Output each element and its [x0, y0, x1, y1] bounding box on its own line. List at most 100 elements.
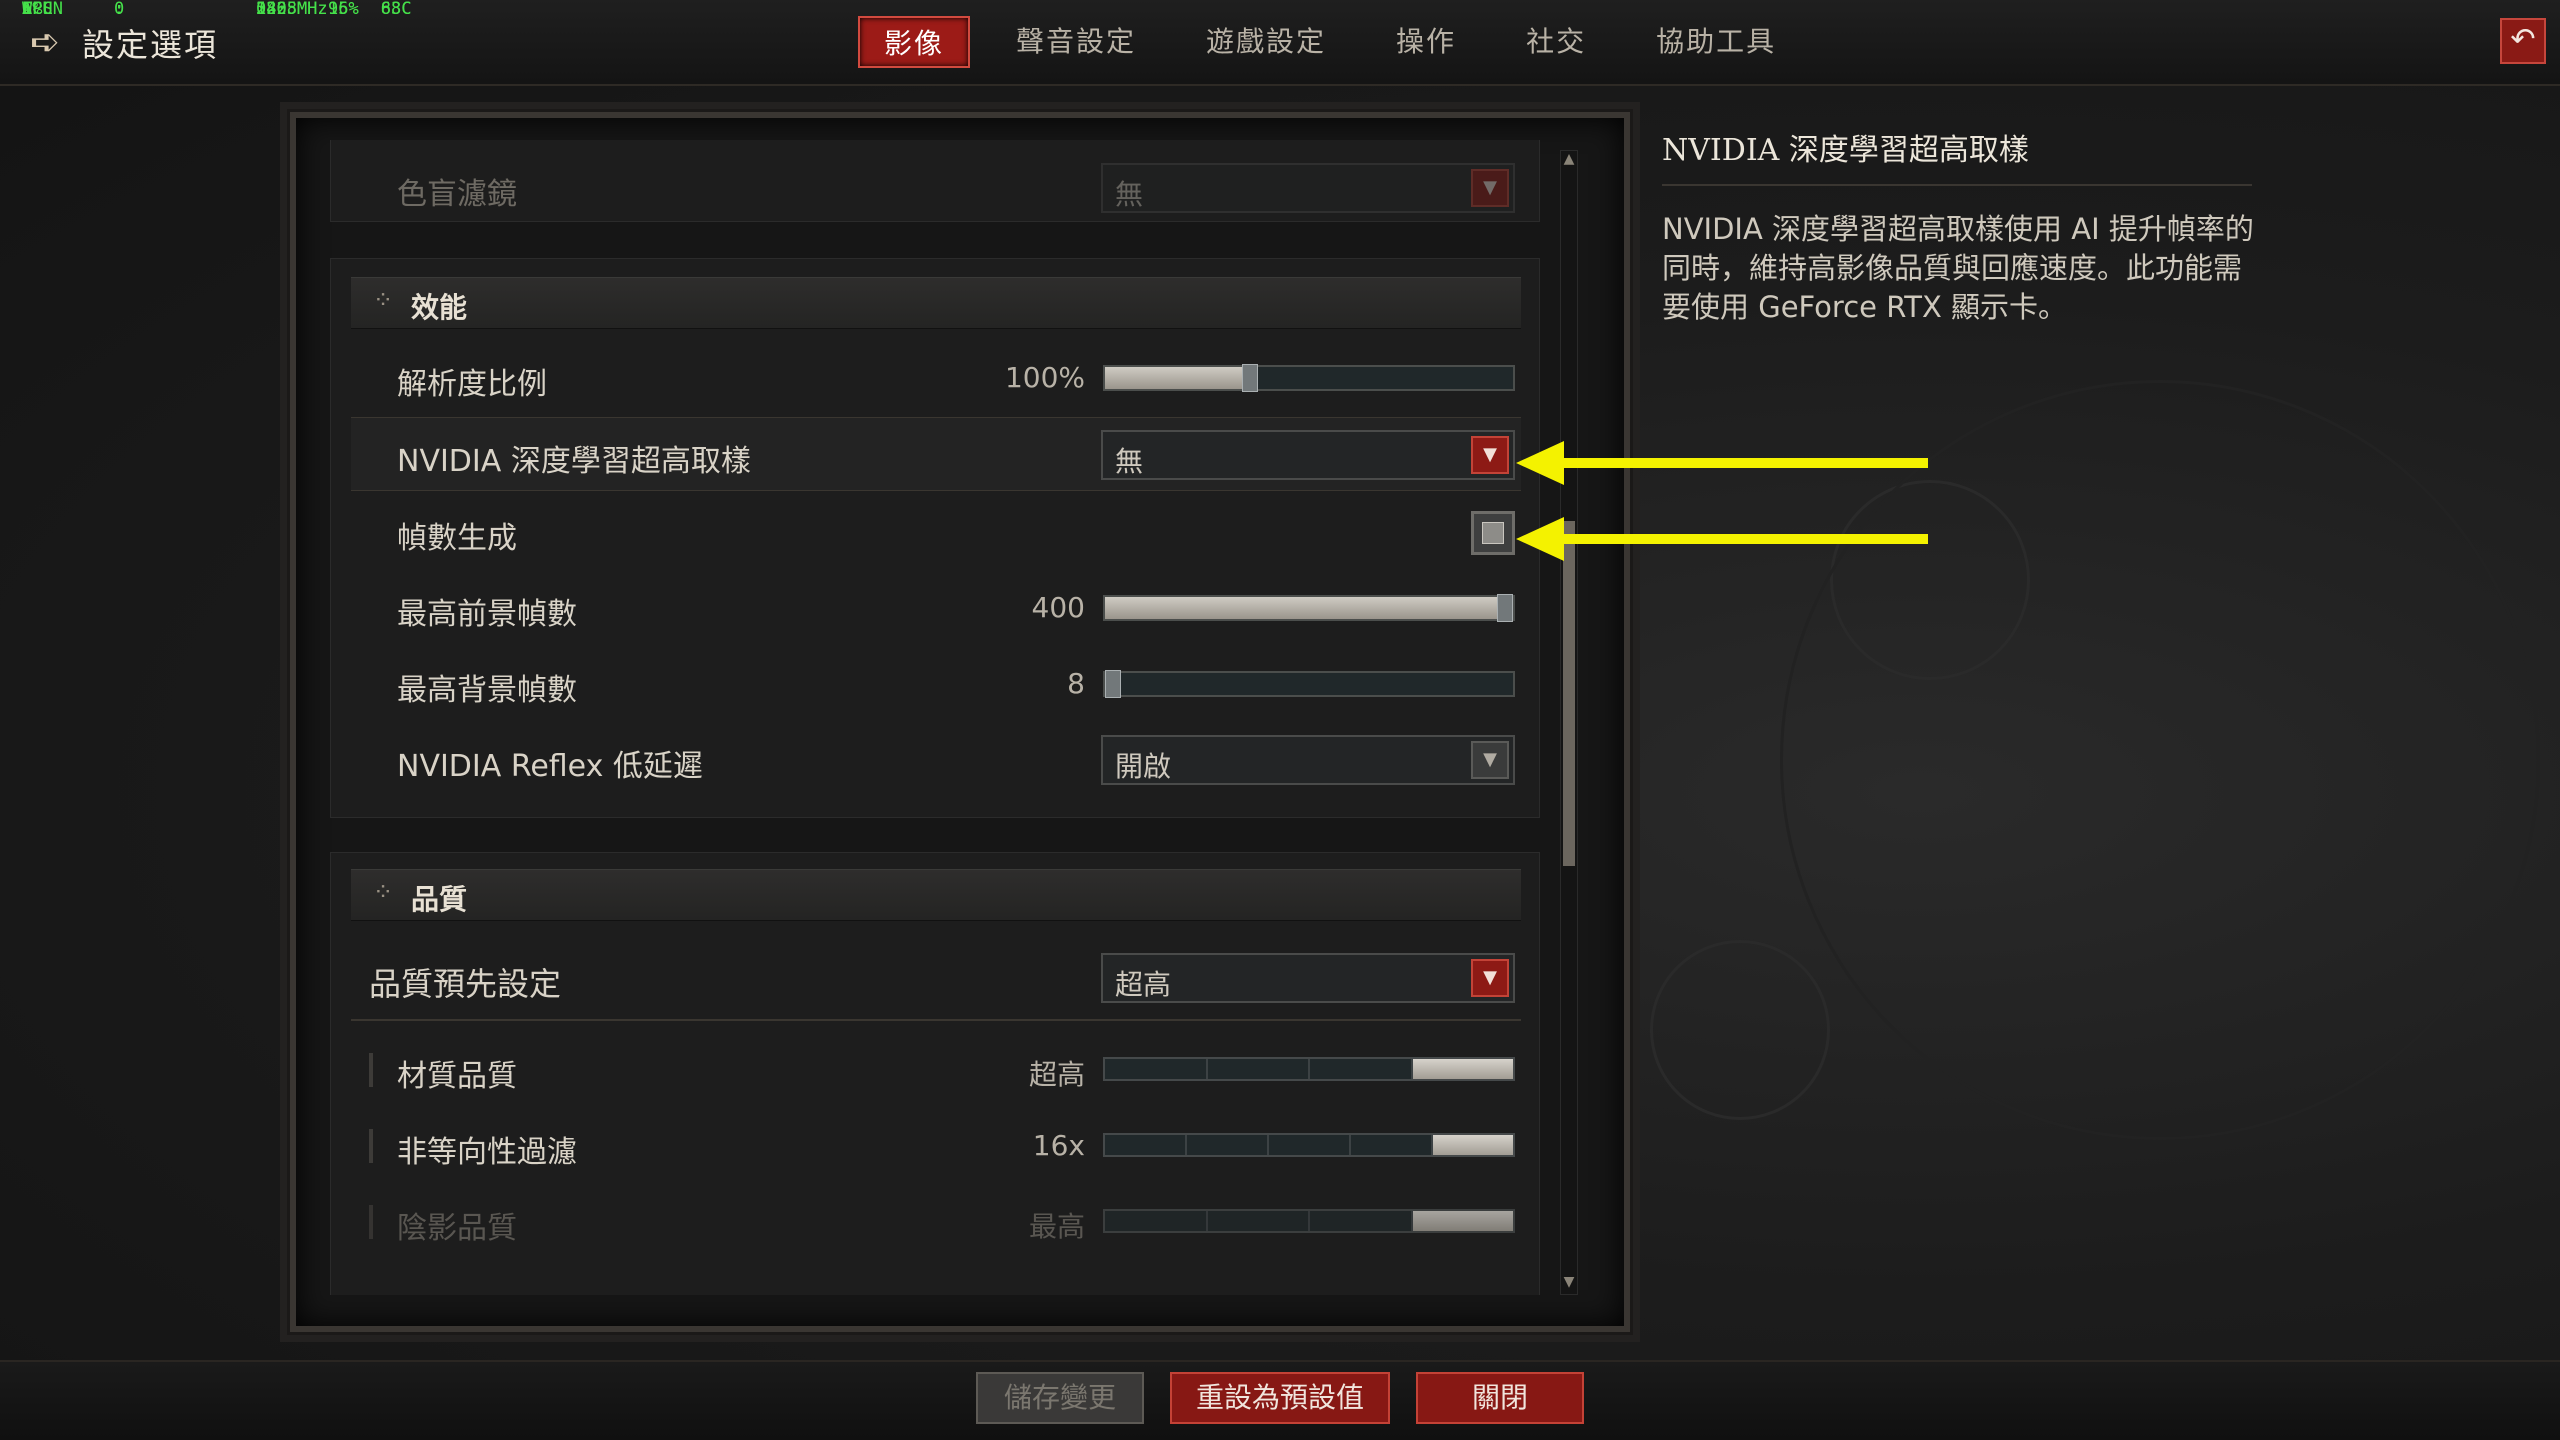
scrollbar-thumb[interactable]	[1563, 521, 1575, 866]
chevron-down-icon[interactable]: ▼	[1471, 959, 1509, 997]
max-foreground-fps-row[interactable]: 最高前景幀數 400	[351, 571, 1521, 645]
overlay-cell: 0	[114, 0, 125, 19]
overlay-row: W 0 0	[22, 0, 1192, 74]
slider-segment[interactable]	[1208, 1059, 1310, 1079]
dropdown-value: 開啟	[1115, 750, 1172, 783]
slider-segment[interactable]	[1433, 1135, 1513, 1155]
resolution-scale-slider[interactable]	[1103, 364, 1515, 392]
slider-segment[interactable]	[1310, 1211, 1413, 1231]
slider-segment[interactable]	[1351, 1135, 1433, 1155]
anisotropic-filter-value: 16x	[1032, 1129, 1085, 1162]
overlay-cell: 0	[256, 0, 267, 19]
quality-preset-label: 品質預先設定	[369, 965, 562, 1003]
annotation-arrow	[1560, 534, 1928, 544]
slider-segment[interactable]	[1105, 1211, 1208, 1231]
overlay-cell: W	[22, 0, 33, 19]
max-foreground-fps-slider[interactable]	[1103, 594, 1515, 622]
slider-segment[interactable]	[1105, 1135, 1187, 1155]
resolution-scale-value: 100%	[1004, 361, 1085, 394]
tab-4[interactable]: 社交	[1502, 16, 1610, 68]
frame-generation-row[interactable]: 幀數生成	[351, 495, 1521, 569]
reflex-label: NVIDIA Reflex 低延遲	[397, 749, 703, 784]
quality-heading: 品質	[411, 883, 468, 916]
anisotropic-filter-label: 非等向性過濾	[397, 1135, 577, 1170]
chevron-down-icon[interactable]: ▼	[1471, 741, 1509, 779]
slider-segment[interactable]	[1310, 1059, 1413, 1079]
reflex-dropdown[interactable]: 開啟 ▼	[1101, 735, 1515, 785]
return-icon[interactable]: ↶	[2500, 18, 2546, 64]
dropdown-value: 無	[1115, 445, 1144, 478]
slider-handle[interactable]	[1105, 670, 1121, 698]
shadow-quality-slider[interactable]	[1103, 1209, 1515, 1233]
max-background-fps-row[interactable]: 最高背景幀數 8	[351, 647, 1521, 721]
slider-handle[interactable]	[1497, 594, 1513, 622]
background-emblem	[1780, 380, 2540, 1140]
max-foreground-fps-label: 最高前景幀數	[397, 597, 577, 632]
max-background-fps-label: 最高背景幀數	[397, 673, 577, 708]
frame-generation-label: 幀數生成	[397, 521, 517, 556]
slider-segment[interactable]	[1412, 1211, 1513, 1231]
resolution-scale-label: 解析度比例	[397, 367, 547, 402]
accessibility-section: 色盲濾鏡 無 ▼	[330, 140, 1540, 222]
performance-heading: 效能	[411, 291, 468, 324]
tab-5[interactable]: 協助工具	[1632, 16, 1800, 68]
max-foreground-fps-value: 400	[1031, 591, 1085, 624]
reset-defaults-button[interactable]: 重設為預設值	[1170, 1372, 1390, 1424]
quality-preset-row[interactable]: 品質預先設定 超高 ▼	[351, 941, 1521, 1021]
scroll-up-icon[interactable]: ▲	[1561, 151, 1577, 171]
annotation-arrow-head	[1516, 517, 1564, 561]
anisotropic-filter-slider[interactable]	[1103, 1133, 1515, 1157]
description-title: NVIDIA 深度學習超高取樣	[1662, 133, 2029, 168]
ornament-icon: ⁘	[373, 878, 394, 906]
slider-fill	[1105, 597, 1505, 619]
description-divider	[1662, 184, 2252, 186]
dropdown-value: 無	[1115, 178, 1144, 211]
dlss-label: NVIDIA 深度學習超高取樣	[397, 444, 751, 479]
slider-segment[interactable]	[1105, 1059, 1208, 1079]
save-changes-button[interactable]: 儲存變更	[976, 1372, 1144, 1424]
reflex-row[interactable]: NVIDIA Reflex 低延遲 開啟 ▼	[351, 723, 1521, 797]
quality-section: ⁘ 品質 品質預先設定 超高 ▼ 材質品質 超高 非等向性過濾 16x 陰影品質…	[330, 852, 1540, 1295]
slider-segment[interactable]	[1412, 1059, 1513, 1079]
texture-quality-row[interactable]: 材質品質 超高	[351, 1033, 1521, 1107]
indent-marker	[369, 1129, 373, 1163]
performance-header: ⁘ 效能	[351, 277, 1521, 329]
close-button[interactable]: 關閉	[1416, 1372, 1584, 1424]
frame-generation-checkbox[interactable]	[1471, 511, 1515, 555]
resolution-scale-row[interactable]: 解析度比例 100%	[351, 341, 1521, 415]
colorblind-filter-row[interactable]: 色盲濾鏡 無 ▼	[351, 151, 1521, 225]
description-body: NVIDIA 深度學習超高取樣使用 AI 提升幀率的同時，維持高影像品質與回應速…	[1662, 212, 2254, 324]
scrollbar[interactable]: ▲ ▼	[1560, 150, 1578, 1295]
colorblind-filter-dropdown[interactable]: 無 ▼	[1101, 163, 1515, 213]
slider-segment[interactable]	[1269, 1135, 1351, 1155]
max-background-fps-value: 8	[1067, 667, 1085, 700]
annotation-arrow	[1560, 458, 1928, 468]
ornament-icon: ⁘	[373, 286, 394, 314]
indent-marker	[369, 1053, 373, 1087]
settings-list: 色盲濾鏡 無 ▼ ⁘ 效能 解析度比例 100% NVIDIA 深度學習超高取樣…	[330, 140, 1540, 1295]
scroll-down-icon[interactable]: ▼	[1561, 1274, 1577, 1294]
slider-fill	[1105, 367, 1251, 389]
slider-handle[interactable]	[1242, 364, 1259, 392]
texture-quality-slider[interactable]	[1103, 1057, 1515, 1081]
quality-header: ⁘ 品質	[351, 869, 1521, 921]
dlss-dropdown[interactable]: 無 ▼	[1101, 430, 1515, 480]
quality-preset-dropdown[interactable]: 超高 ▼	[1101, 953, 1515, 1003]
tab-3[interactable]: 操作	[1372, 16, 1480, 68]
anisotropic-filter-row[interactable]: 非等向性過濾 16x	[351, 1109, 1521, 1183]
texture-quality-label: 材質品質	[397, 1059, 517, 1094]
slider-segment[interactable]	[1208, 1211, 1310, 1231]
shadow-quality-value: 最高	[1028, 1210, 1085, 1243]
slider-segment[interactable]	[1187, 1135, 1269, 1155]
chevron-down-icon[interactable]: ▼	[1471, 169, 1509, 207]
dlss-row[interactable]: NVIDIA 深度學習超高取樣 無 ▼	[351, 417, 1521, 491]
dropdown-value: 超高	[1115, 968, 1172, 1001]
performance-section: ⁘ 效能 解析度比例 100% NVIDIA 深度學習超高取樣 無 ▼ 幀數生成	[330, 258, 1540, 818]
shadow-quality-label: 陰影品質	[397, 1211, 517, 1246]
shadow-quality-row[interactable]: 陰影品質 最高	[351, 1185, 1521, 1259]
chevron-down-icon[interactable]: ▼	[1471, 436, 1509, 474]
indent-marker	[369, 1205, 373, 1239]
tab-2[interactable]: 遊戲設定	[1182, 16, 1350, 68]
annotation-arrow-head	[1516, 441, 1564, 485]
max-background-fps-slider[interactable]	[1103, 670, 1515, 698]
